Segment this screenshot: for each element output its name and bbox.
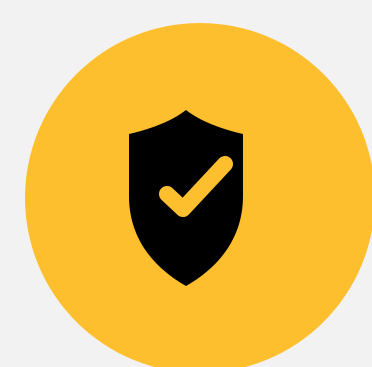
shield-check-icon	[129, 110, 243, 286]
icon-canvas	[0, 0, 372, 367]
